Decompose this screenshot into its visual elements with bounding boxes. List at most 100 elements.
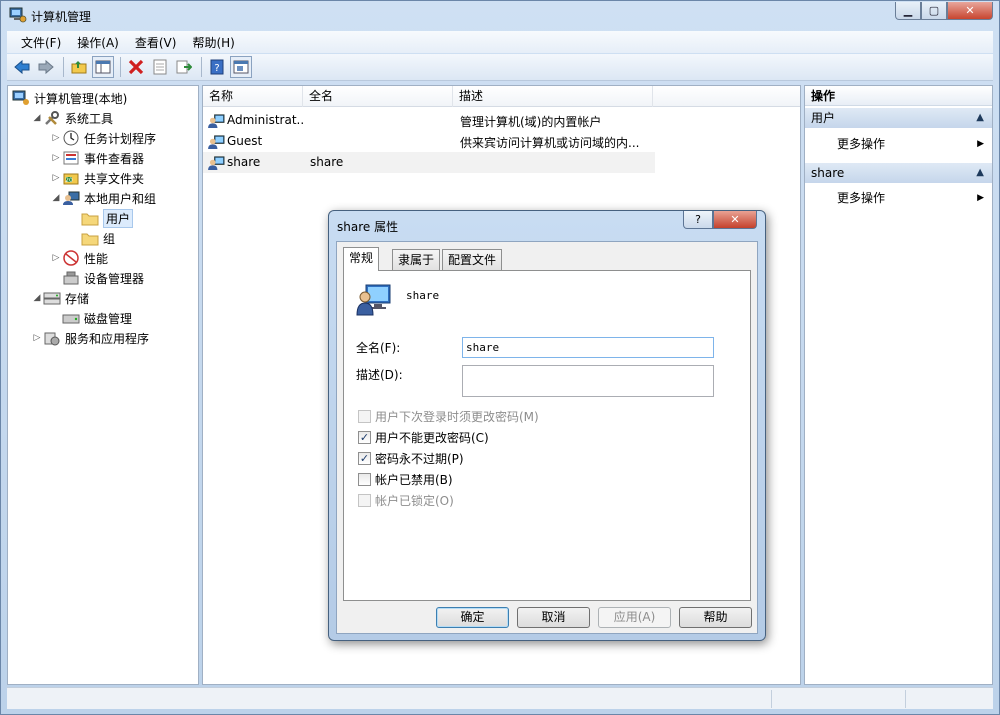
console-tree-icon: [95, 60, 111, 74]
console-tree: 计算机管理(本地) ◢ 系统工具 ▷ 任务计划程序 ▷ 事件查看器 ▷ 20 共享文件夹 ◢ 本地用户…: [7, 85, 199, 685]
menu-action[interactable]: 操作(A): [69, 34, 127, 51]
tools-icon: [45, 111, 59, 125]
tree-item[interactable]: ▷ 事件查看器: [50, 148, 144, 168]
more-actions-label: 更多操作: [837, 137, 886, 151]
cancel-button[interactable]: 取消: [517, 607, 590, 628]
computer-management-icon: [12, 90, 29, 105]
show-action-pane-button[interactable]: [230, 56, 252, 78]
dialog-close-button[interactable]: ✕: [713, 211, 757, 229]
tree-item-label: 性能: [84, 251, 109, 266]
actions-section-users[interactable]: 用户 ▲: [805, 108, 992, 128]
tree-item[interactable]: 用户: [69, 208, 134, 228]
up-level-button[interactable]: [68, 56, 90, 78]
tree-item-label: 系统工具: [65, 111, 114, 126]
close-button[interactable]: ✕: [947, 2, 993, 20]
shared-folder-icon: 20: [63, 173, 79, 185]
ok-button[interactable]: 确定: [436, 607, 509, 628]
tree-item[interactable]: ▷ 任务计划程序: [50, 128, 156, 148]
tree-item[interactable]: ▷ 服务和应用程序: [31, 328, 149, 348]
collapsed-arrow-icon[interactable]: ▷: [50, 253, 62, 263]
checkbox-unchecked[interactable]: [358, 472, 371, 486]
checkbox-checked[interactable]: ✓: [358, 451, 371, 465]
tree-item[interactable]: ▷ 性能: [50, 248, 108, 268]
collapsed-arrow-icon[interactable]: ▷: [31, 333, 43, 343]
description-input[interactable]: [462, 365, 714, 397]
expanded-arrow-icon[interactable]: ◢: [31, 113, 43, 123]
forward-button[interactable]: [35, 56, 57, 78]
table-row[interactable]: Guest 供来宾访问计算机或访问域的内...: [203, 131, 655, 152]
tree-item[interactable]: 组: [69, 228, 115, 248]
maximize-icon: ▢: [928, 4, 940, 17]
collapsed-arrow-icon[interactable]: ▷: [50, 173, 62, 183]
expanded-arrow-icon[interactable]: ◢: [31, 293, 43, 303]
tree-item-label: 任务计划程序: [84, 131, 157, 146]
tab-general[interactable]: 常规: [343, 247, 380, 271]
submenu-arrow-icon: ▶: [977, 139, 984, 149]
maximize-button[interactable]: ▢: [921, 2, 947, 20]
services-icon: [44, 332, 60, 346]
account-username: share: [406, 289, 440, 302]
actions-section-share[interactable]: share ▲: [805, 163, 992, 183]
column-header-description[interactable]: 描述: [453, 86, 653, 107]
menu-view[interactable]: 查看(V): [127, 34, 185, 51]
tree-item[interactable]: 计算机管理(本地): [12, 88, 127, 108]
tree-item-label: 共享文件夹: [84, 171, 145, 186]
minimize-button[interactable]: ▁: [895, 2, 921, 20]
show-hide-tree-button[interactable]: [92, 56, 114, 78]
collapsed-arrow-icon[interactable]: ▷: [50, 153, 62, 163]
back-button[interactable]: [11, 56, 33, 78]
close-icon: ✕: [730, 213, 740, 226]
menu-file[interactable]: 文件(F): [13, 34, 69, 51]
more-actions-share[interactable]: 更多操作 ▶: [805, 188, 992, 208]
table-row[interactable]: Administrat... 管理计算机(域)的内置帐户: [203, 110, 655, 131]
cell-name: Guest: [227, 134, 263, 148]
computer-management-icon: [9, 7, 27, 23]
help-dialog-button[interactable]: 帮助: [679, 607, 752, 628]
table-row[interactable]: share share: [203, 152, 655, 173]
clock-icon: [63, 130, 79, 146]
more-actions-users[interactable]: 更多操作 ▶: [805, 134, 992, 154]
checkbox-row[interactable]: 帐户已禁用(B): [358, 470, 453, 488]
tree-item[interactable]: 磁盘管理: [50, 308, 132, 328]
apply-button[interactable]: 应用(A): [598, 607, 671, 628]
properties-button[interactable]: [149, 56, 171, 78]
checkbox-row[interactable]: ✓ 密码永不过期(P): [358, 449, 464, 467]
column-header-name[interactable]: 名称: [203, 86, 303, 107]
checkbox-row: 帐户已锁定(O): [358, 491, 454, 509]
checkbox-row: 用户下次登录时须更改密码(M): [358, 407, 539, 425]
export-list-button[interactable]: [173, 56, 195, 78]
disk-icon: [62, 314, 80, 324]
performance-icon: [63, 250, 79, 266]
checkbox-label: 用户下次登录时须更改密码(M): [375, 409, 539, 424]
help-button[interactable]: ?: [206, 56, 228, 78]
user-icon: [208, 114, 225, 128]
tree-item-label: 本地用户和组: [84, 191, 157, 206]
title-bar: 计算机管理 ▁ ▢ ✕: [1, 1, 999, 31]
menu-bar: 文件(F) 操作(A) 查看(V) 帮助(H): [7, 31, 993, 53]
menu-help[interactable]: 帮助(H): [184, 34, 242, 51]
tree-item-label: 组: [103, 231, 116, 246]
dialog-body: 常规 隶属于 配置文件 share 全名(F): share 描述(D): 用户…: [336, 241, 758, 634]
expanded-arrow-icon[interactable]: ◢: [50, 193, 62, 203]
tree-item[interactable]: ◢ 存储: [31, 288, 89, 308]
tab-member-of[interactable]: 隶属于: [392, 249, 441, 270]
tree-item-label: 用户: [103, 208, 134, 228]
fullname-input[interactable]: share: [462, 337, 714, 358]
collapse-triangle-icon: ▲: [976, 112, 984, 123]
actions-title: 操作: [805, 86, 992, 106]
checkbox-row[interactable]: ✓ 用户不能更改密码(C): [358, 428, 489, 446]
column-header-fullname[interactable]: 全名: [303, 86, 453, 107]
tree-item[interactable]: 设备管理器: [50, 268, 144, 288]
tree-item[interactable]: ◢ 系统工具: [31, 108, 113, 128]
user-account-icon: [356, 284, 391, 316]
tree-item[interactable]: ▷ 20 共享文件夹: [50, 168, 144, 188]
checkbox-checked[interactable]: ✓: [358, 430, 371, 444]
storage-icon: [43, 292, 61, 305]
delete-button[interactable]: [125, 56, 147, 78]
cell-desc: 管理计算机(域)的内置帐户: [460, 115, 602, 129]
status-bar: [7, 687, 993, 709]
tab-profile[interactable]: 配置文件: [442, 249, 503, 270]
dialog-help-button[interactable]: ?: [683, 211, 713, 229]
tree-item[interactable]: ◢ 本地用户和组: [50, 188, 156, 208]
collapsed-arrow-icon[interactable]: ▷: [50, 133, 62, 143]
